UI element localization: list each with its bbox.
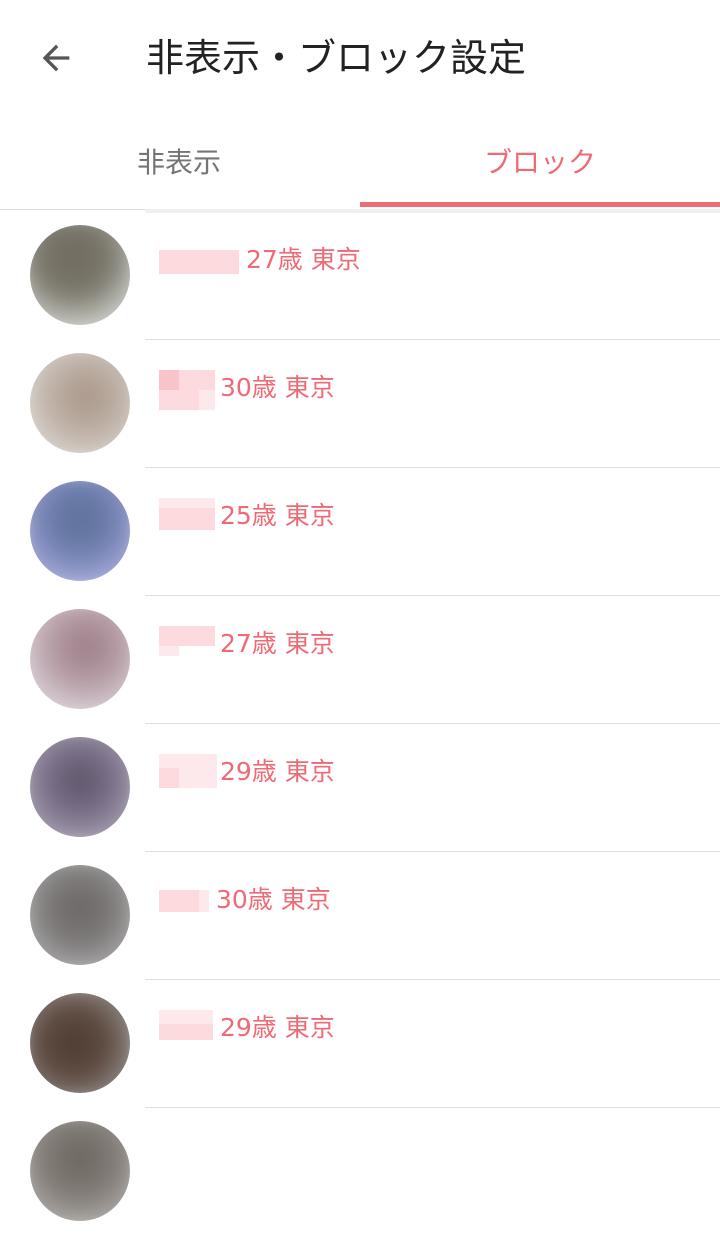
masked-name [159, 250, 239, 274]
list-item[interactable]: 30歳 東京 [0, 852, 720, 980]
list-item[interactable]: 27歳 東京 [0, 212, 720, 340]
tab-block-label: ブロック [483, 145, 596, 179]
tab-block[interactable]: ブロック [360, 112, 720, 209]
user-location: 東京 [310, 245, 361, 274]
user-info: 30歳 東京 [216, 882, 331, 918]
avatar [30, 1121, 130, 1221]
tab-hidden[interactable]: 非表示 [0, 112, 360, 209]
user-age: 29歳 [220, 1013, 277, 1042]
user-location: 東京 [284, 629, 335, 658]
avatar [30, 737, 130, 837]
page-title: 非表示・ブロック設定 [146, 36, 527, 80]
avatar [30, 481, 130, 581]
user-info: 27歳 東京 [246, 242, 361, 278]
app-bar: 非表示・ブロック設定 [0, 0, 720, 112]
masked-name [159, 754, 217, 788]
user-info: 27歳 東京 [220, 626, 335, 662]
user-location: 東京 [284, 757, 335, 786]
list-item[interactable]: 29歳 東京 [0, 724, 720, 852]
user-age: 30歳 [220, 373, 277, 402]
user-age: 30歳 [216, 885, 273, 914]
avatar [30, 225, 130, 325]
arrow-left-icon [42, 44, 70, 72]
user-info: 29歳 東京 [220, 1010, 335, 1046]
user-age: 27歳 [246, 245, 303, 274]
user-info: 30歳 東京 [220, 370, 335, 406]
masked-name [159, 498, 215, 530]
masked-name [159, 890, 209, 914]
active-tab-indicator [360, 202, 720, 207]
user-age: 27歳 [220, 629, 277, 658]
back-button[interactable] [28, 30, 84, 86]
avatar [30, 609, 130, 709]
list-item[interactable] [0, 1108, 720, 1236]
user-info: 25歳 東京 [220, 498, 335, 534]
user-location: 東京 [284, 373, 335, 402]
avatar [30, 865, 130, 965]
masked-name [159, 1010, 213, 1040]
masked-name [159, 370, 215, 410]
list-item[interactable]: 27歳 東京 [0, 596, 720, 724]
user-location: 東京 [284, 501, 335, 530]
avatar [30, 993, 130, 1093]
tab-hidden-label: 非表示 [136, 145, 221, 179]
user-info: 29歳 東京 [220, 754, 335, 790]
user-location: 東京 [284, 1013, 335, 1042]
list-item[interactable]: 25歳 東京 [0, 468, 720, 596]
avatar [30, 353, 130, 453]
user-location: 東京 [280, 885, 331, 914]
masked-name [159, 626, 215, 656]
user-age: 29歳 [220, 757, 277, 786]
tab-bar: 非表示 ブロック [0, 112, 720, 210]
blocked-user-list: 27歳 東京 30歳 東京 25歳 東京 27歳 東京 29歳 東京 30歳 東… [0, 212, 720, 1236]
user-age: 25歳 [220, 501, 277, 530]
list-item[interactable]: 29歳 東京 [0, 980, 720, 1108]
list-item[interactable]: 30歳 東京 [0, 340, 720, 468]
